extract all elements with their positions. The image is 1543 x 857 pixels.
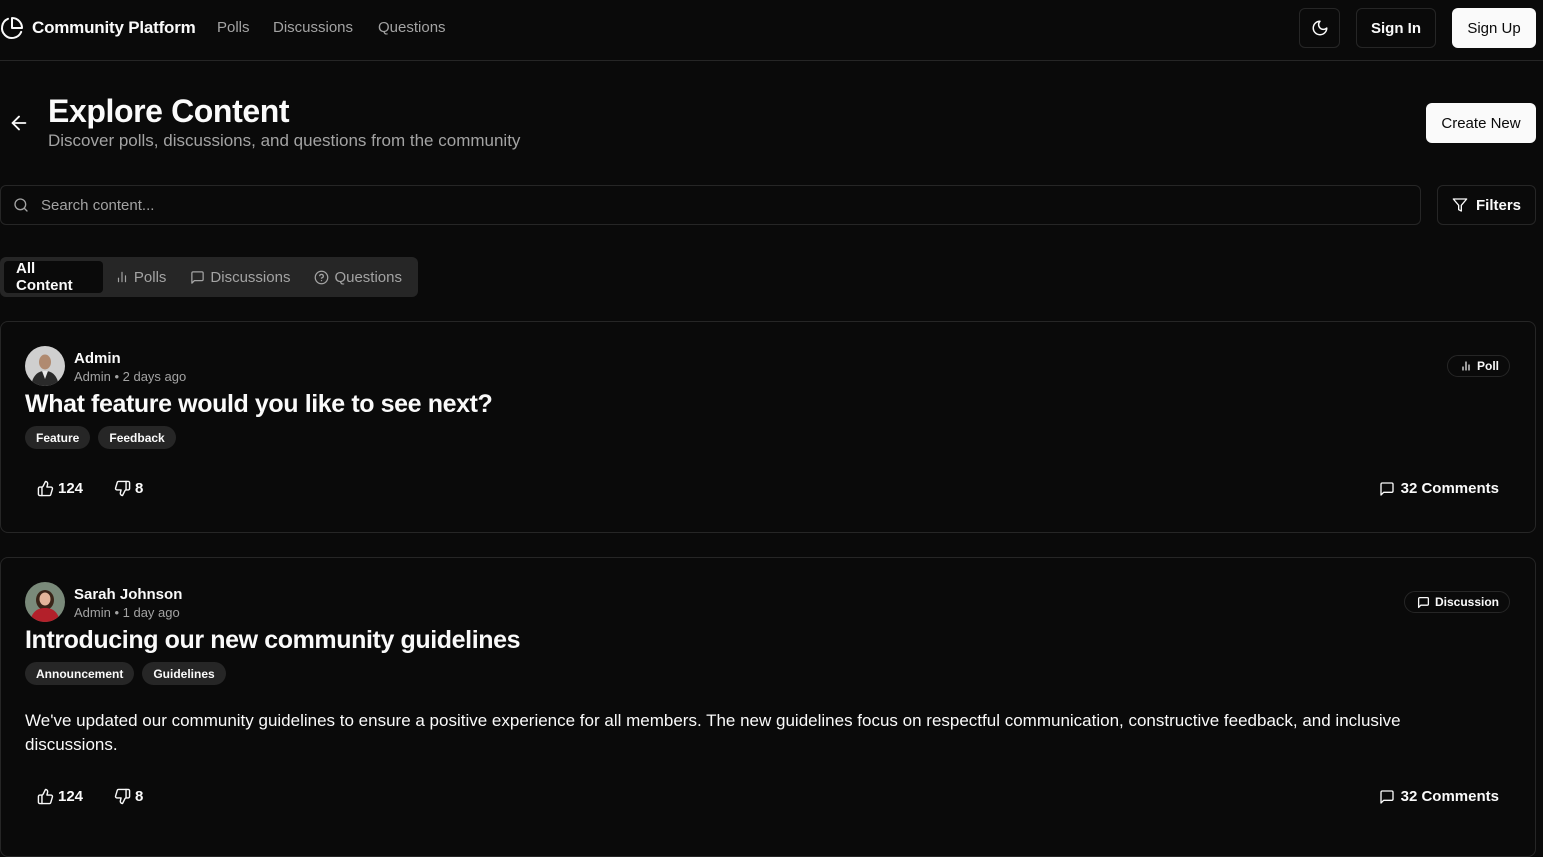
tag[interactable]: Feature bbox=[25, 426, 91, 449]
tab-label: Discussions bbox=[210, 268, 291, 286]
content-tabs: All Content Polls Discussions Questions bbox=[0, 257, 418, 297]
nav-link-discussions[interactable]: Discussions bbox=[273, 19, 353, 36]
dislike-button[interactable]: 8 bbox=[114, 788, 143, 805]
filters-button[interactable]: Filters bbox=[1437, 185, 1536, 225]
author-name[interactable]: Sarah Johnson bbox=[74, 586, 182, 603]
message-square-icon bbox=[190, 270, 205, 285]
message-square-icon bbox=[1379, 481, 1395, 497]
comments-count: 32 Comments bbox=[1400, 480, 1499, 497]
pie-chart-icon bbox=[0, 16, 24, 40]
author-name[interactable]: Admin bbox=[74, 350, 121, 367]
search-icon bbox=[13, 197, 29, 213]
like-count: 124 bbox=[58, 788, 84, 805]
post-title[interactable]: Introducing our new community guidelines bbox=[25, 626, 521, 655]
help-circle-icon bbox=[314, 270, 329, 285]
post-title[interactable]: What feature would you like to see next? bbox=[25, 390, 493, 419]
tab-label: All Content bbox=[16, 260, 73, 294]
type-label: Poll bbox=[1476, 359, 1499, 373]
filter-icon bbox=[1452, 197, 1468, 213]
like-button[interactable]: 124 bbox=[37, 788, 83, 805]
type-badge: Poll bbox=[1446, 355, 1510, 377]
search-input[interactable] bbox=[41, 196, 1420, 214]
dislike-count: 8 bbox=[135, 788, 144, 805]
comments-button[interactable]: 32 Comments bbox=[1379, 788, 1499, 805]
post-card[interactable]: Admin Admin • 2 days ago Poll What featu… bbox=[0, 321, 1536, 533]
bar-chart-icon bbox=[115, 270, 129, 284]
tag-list: Feature Feedback bbox=[25, 426, 176, 449]
arrow-left-icon bbox=[8, 112, 32, 134]
vote-actions: 124 8 bbox=[37, 788, 143, 805]
brand[interactable]: Community Platform bbox=[0, 16, 196, 40]
search-box bbox=[0, 185, 1421, 225]
post-meta: Admin • 2 days ago bbox=[74, 369, 187, 384]
like-button[interactable]: 124 bbox=[37, 480, 83, 497]
bar-chart-icon bbox=[1460, 360, 1472, 372]
tag[interactable]: Announcement bbox=[25, 662, 135, 685]
create-new-button[interactable]: Create New bbox=[1426, 103, 1536, 143]
tab-all-content[interactable]: All Content bbox=[4, 260, 103, 294]
tag[interactable]: Guidelines bbox=[142, 662, 226, 685]
post-meta: Admin • 1 day ago bbox=[74, 605, 180, 620]
back-button[interactable] bbox=[8, 112, 32, 136]
type-label: Discussion bbox=[1434, 595, 1499, 609]
like-count: 124 bbox=[58, 480, 84, 497]
page-title: Explore Content bbox=[48, 93, 290, 129]
message-square-icon bbox=[1379, 789, 1395, 805]
theme-toggle-button[interactable] bbox=[1299, 8, 1340, 48]
thumbs-down-icon bbox=[114, 480, 131, 497]
nav-link-questions[interactable]: Questions bbox=[378, 19, 446, 36]
comments-button[interactable]: 32 Comments bbox=[1379, 480, 1499, 497]
thumbs-up-icon bbox=[37, 480, 54, 497]
sign-up-button[interactable]: Sign Up bbox=[1452, 8, 1536, 48]
top-navbar: Community Platform Polls Discussions Que… bbox=[0, 0, 1543, 61]
dislike-count: 8 bbox=[135, 480, 144, 497]
dislike-button[interactable]: 8 bbox=[114, 480, 143, 497]
moon-icon bbox=[1311, 19, 1329, 37]
tab-polls[interactable]: Polls bbox=[103, 261, 179, 293]
post-card[interactable]: Sarah Johnson Admin • 1 day ago Discussi… bbox=[0, 557, 1536, 857]
tag-list: Announcement Guidelines bbox=[25, 662, 226, 685]
tag[interactable]: Feedback bbox=[98, 426, 176, 449]
filters-label: Filters bbox=[1475, 196, 1521, 214]
type-badge: Discussion bbox=[1403, 591, 1510, 613]
tab-questions[interactable]: Questions bbox=[302, 261, 414, 293]
page-subtitle: Discover polls, discussions, and questio… bbox=[48, 131, 521, 150]
tab-label: Questions bbox=[334, 268, 402, 286]
thumbs-down-icon bbox=[114, 788, 131, 805]
vote-actions: 124 8 bbox=[37, 480, 143, 497]
avatar bbox=[25, 346, 65, 386]
thumbs-up-icon bbox=[37, 788, 54, 805]
nav-link-polls[interactable]: Polls bbox=[217, 19, 250, 36]
post-body: We've updated our community guidelines t… bbox=[25, 711, 1401, 754]
tab-label: Polls bbox=[133, 268, 167, 286]
tab-discussions[interactable]: Discussions bbox=[178, 261, 302, 293]
sign-in-button[interactable]: Sign In bbox=[1356, 8, 1436, 48]
message-square-icon bbox=[1417, 596, 1430, 609]
brand-name: Community Platform bbox=[32, 18, 196, 37]
comments-count: 32 Comments bbox=[1400, 788, 1499, 805]
avatar bbox=[25, 582, 65, 622]
